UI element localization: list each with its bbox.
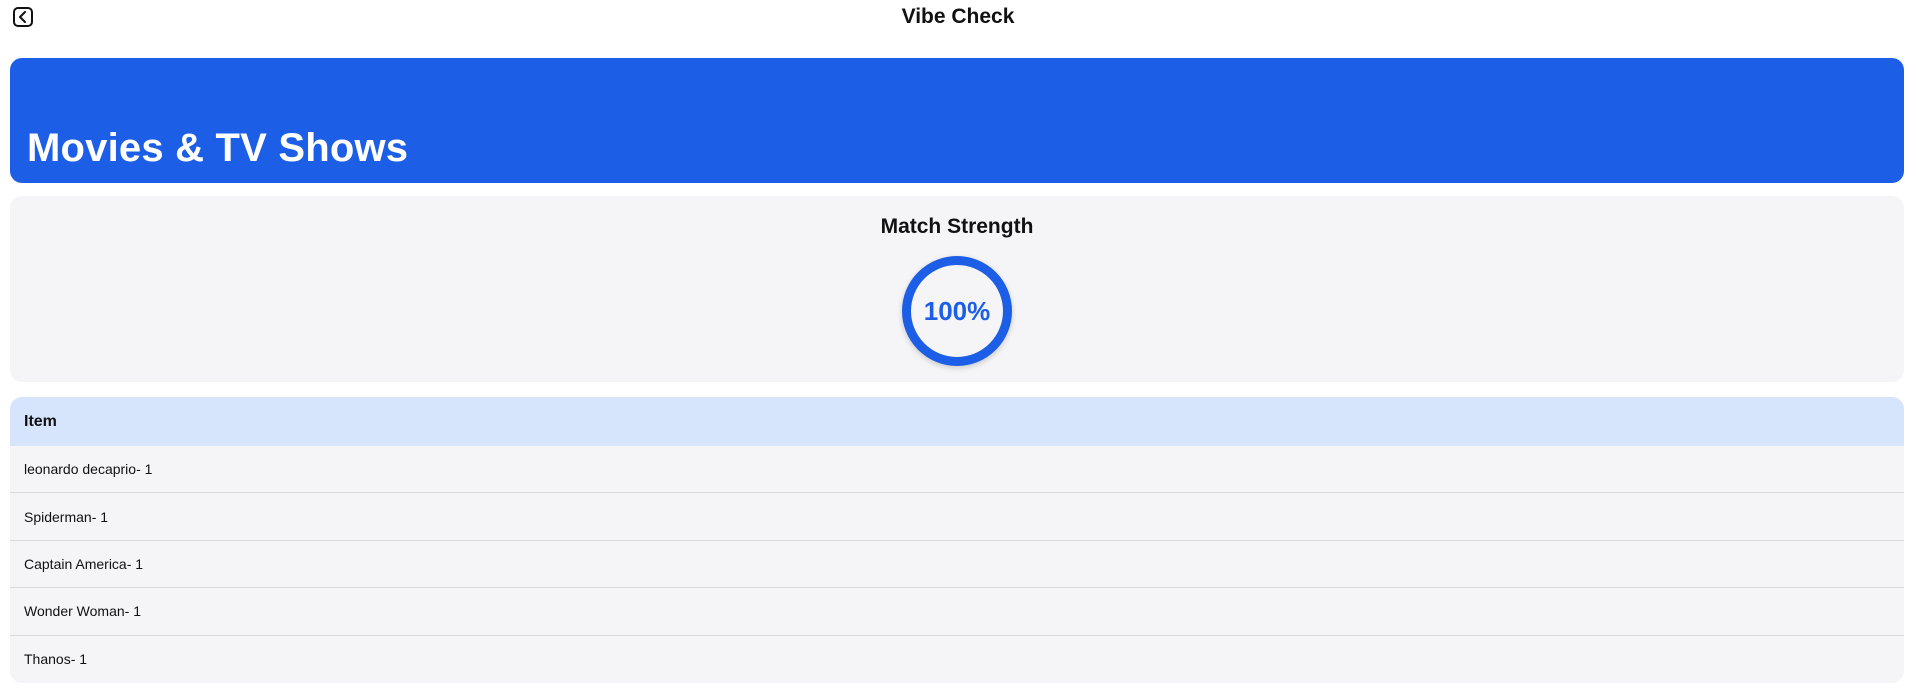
match-strength-card: Match Strength 100% [10, 196, 1904, 382]
table-header: Item [10, 397, 1904, 446]
table-row: Captain America- 1 [10, 541, 1904, 589]
top-bar: Vibe Check [0, 0, 1916, 34]
items-table: Item leonardo decaprio- 1 Spiderman- 1 C… [10, 397, 1904, 683]
table-row: leonardo decaprio- 1 [10, 446, 1904, 494]
match-strength-title: Match Strength [880, 215, 1034, 238]
table-row: Spiderman- 1 [10, 493, 1904, 541]
table-row: Wonder Woman- 1 [10, 588, 1904, 636]
page-title: Vibe Check [901, 5, 1015, 28]
table-row: Thanos- 1 [24, 651, 88, 668]
banner-title: Movies & TV Shows [27, 126, 409, 170]
match-strength-value: 100% [923, 295, 991, 326]
match-strength-ring: 100% [902, 256, 1012, 366]
category-banner: Movies & TV Shows [10, 58, 1904, 183]
